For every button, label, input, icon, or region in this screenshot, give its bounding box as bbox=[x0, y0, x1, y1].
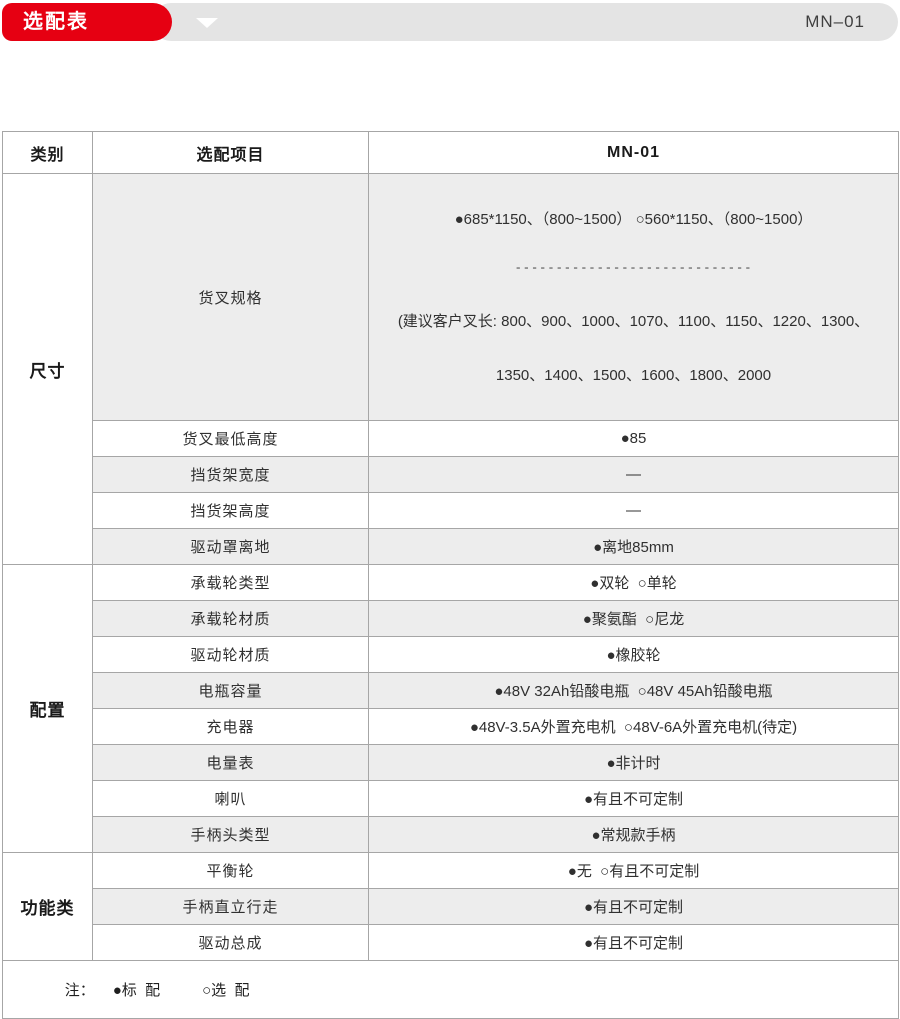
item-cell: 挡货架宽度 bbox=[93, 457, 369, 493]
table-row: 挡货架宽度 — bbox=[3, 457, 899, 493]
note-standard-legend: ●标 配 bbox=[113, 982, 160, 999]
table-row: 挡货架高度 — bbox=[3, 493, 899, 529]
item-cell: 平衡轮 bbox=[93, 853, 369, 889]
col-header-model: MN-01 bbox=[369, 132, 899, 174]
fork-spec-divider: ----------------------------- bbox=[369, 264, 898, 273]
table-row: 配置 承载轮类型 ●双轮 ○单轮 bbox=[3, 565, 899, 601]
note-optional-legend: ○选 配 bbox=[202, 982, 249, 999]
value-cell: ●有且不可定制 bbox=[369, 925, 899, 961]
item-cell: 驱动总成 bbox=[93, 925, 369, 961]
item-cell: 货叉最低高度 bbox=[93, 421, 369, 457]
value-cell: — bbox=[369, 457, 899, 493]
table-row: 手柄头类型 ●常规款手柄 bbox=[3, 817, 899, 853]
table-row: 驱动罩离地 ●离地85mm bbox=[3, 529, 899, 565]
note-row: 注： ●标 配 ○选 配 bbox=[3, 961, 899, 1019]
value-cell: ●有且不可定制 bbox=[369, 781, 899, 817]
item-cell: 承载轮类型 bbox=[93, 565, 369, 601]
legend-note: 注： ●标 配 ○选 配 bbox=[3, 961, 899, 1019]
table-row: 喇叭 ●有且不可定制 bbox=[3, 781, 899, 817]
item-cell: 喇叭 bbox=[93, 781, 369, 817]
fork-spec-line: ●685*1150、（800~1500） ○560*1150、（800~1500… bbox=[369, 210, 898, 230]
item-cell: 驱动罩离地 bbox=[93, 529, 369, 565]
item-cell: 手柄直立行走 bbox=[93, 889, 369, 925]
value-cell: ●非计时 bbox=[369, 745, 899, 781]
value-cell: ●双轮 ○单轮 bbox=[369, 565, 899, 601]
item-cell: 充电器 bbox=[93, 709, 369, 745]
spec-sheet-page: MN–01 选配表 类别 选配项目 MN-01 尺寸 货叉规格 ●685*11 bbox=[0, 0, 900, 870]
item-cell: 货叉规格 bbox=[93, 174, 369, 421]
fork-spec-line: 1350、1400、1500、1600、1800、2000 bbox=[369, 366, 898, 386]
item-cell: 挡货架高度 bbox=[93, 493, 369, 529]
table-row: 驱动总成 ●有且不可定制 bbox=[3, 925, 899, 961]
table-row: 货叉最低高度 ●85 bbox=[3, 421, 899, 457]
table-row: 电瓶容量 ●48V 32Ah铅酸电瓶 ○48V 45Ah铅酸电瓶 bbox=[3, 673, 899, 709]
value-cell: ●常规款手柄 bbox=[369, 817, 899, 853]
item-cell: 电量表 bbox=[93, 745, 369, 781]
item-cell: 手柄头类型 bbox=[93, 817, 369, 853]
banner-model-label: MN–01 bbox=[805, 3, 865, 41]
banner-title-tab: 选配表 bbox=[2, 3, 172, 41]
item-cell: 承载轮材质 bbox=[93, 601, 369, 637]
table-row: 尺寸 货叉规格 ●685*1150、（800~1500） ○560*1150、（… bbox=[3, 174, 899, 421]
col-header-item: 选配项目 bbox=[93, 132, 369, 174]
category-cell-configuration: 配置 bbox=[3, 565, 93, 853]
table-header-row: 类别 选配项目 MN-01 bbox=[3, 132, 899, 174]
fork-spec-line: (建议客户叉长: 800、900、1000、1070、1100、1150、122… bbox=[369, 312, 898, 332]
value-cell: ●离地85mm bbox=[369, 529, 899, 565]
value-cell: ●聚氨酯 ○尼龙 bbox=[369, 601, 899, 637]
chevron-down-icon bbox=[196, 18, 218, 28]
banner-bar: MN–01 bbox=[152, 3, 898, 41]
table-row: 手柄直立行走 ●有且不可定制 bbox=[3, 889, 899, 925]
table-row: 充电器 ●48V-3.5A外置充电机 ○48V-6A外置充电机(待定) bbox=[3, 709, 899, 745]
value-cell: ●48V-3.5A外置充电机 ○48V-6A外置充电机(待定) bbox=[369, 709, 899, 745]
table-row: 电量表 ●非计时 bbox=[3, 745, 899, 781]
item-cell: 电瓶容量 bbox=[93, 673, 369, 709]
table-row: 承载轮材质 ●聚氨酯 ○尼龙 bbox=[3, 601, 899, 637]
options-table: 类别 选配项目 MN-01 尺寸 货叉规格 ●685*1150、（800~150… bbox=[2, 131, 899, 1019]
table-row: 功能类 平衡轮 ●无 ○有且不可定制 bbox=[3, 853, 899, 889]
page-title: 选配表 bbox=[23, 11, 89, 33]
note-label: 注： bbox=[65, 982, 95, 999]
value-cell: ●有且不可定制 bbox=[369, 889, 899, 925]
header-banner: MN–01 选配表 bbox=[2, 3, 898, 41]
col-header-category: 类别 bbox=[3, 132, 93, 174]
value-cell: ●橡胶轮 bbox=[369, 637, 899, 673]
item-cell: 驱动轮材质 bbox=[93, 637, 369, 673]
value-cell: ●85 bbox=[369, 421, 899, 457]
value-cell: ●无 ○有且不可定制 bbox=[369, 853, 899, 889]
table-row: 驱动轮材质 ●橡胶轮 bbox=[3, 637, 899, 673]
value-cell: ●48V 32Ah铅酸电瓶 ○48V 45Ah铅酸电瓶 bbox=[369, 673, 899, 709]
value-cell: — bbox=[369, 493, 899, 529]
value-cell: ●685*1150、（800~1500） ○560*1150、（800~1500… bbox=[369, 174, 899, 421]
category-cell-functions: 功能类 bbox=[3, 853, 93, 961]
category-cell-dimensions: 尺寸 bbox=[3, 174, 93, 565]
